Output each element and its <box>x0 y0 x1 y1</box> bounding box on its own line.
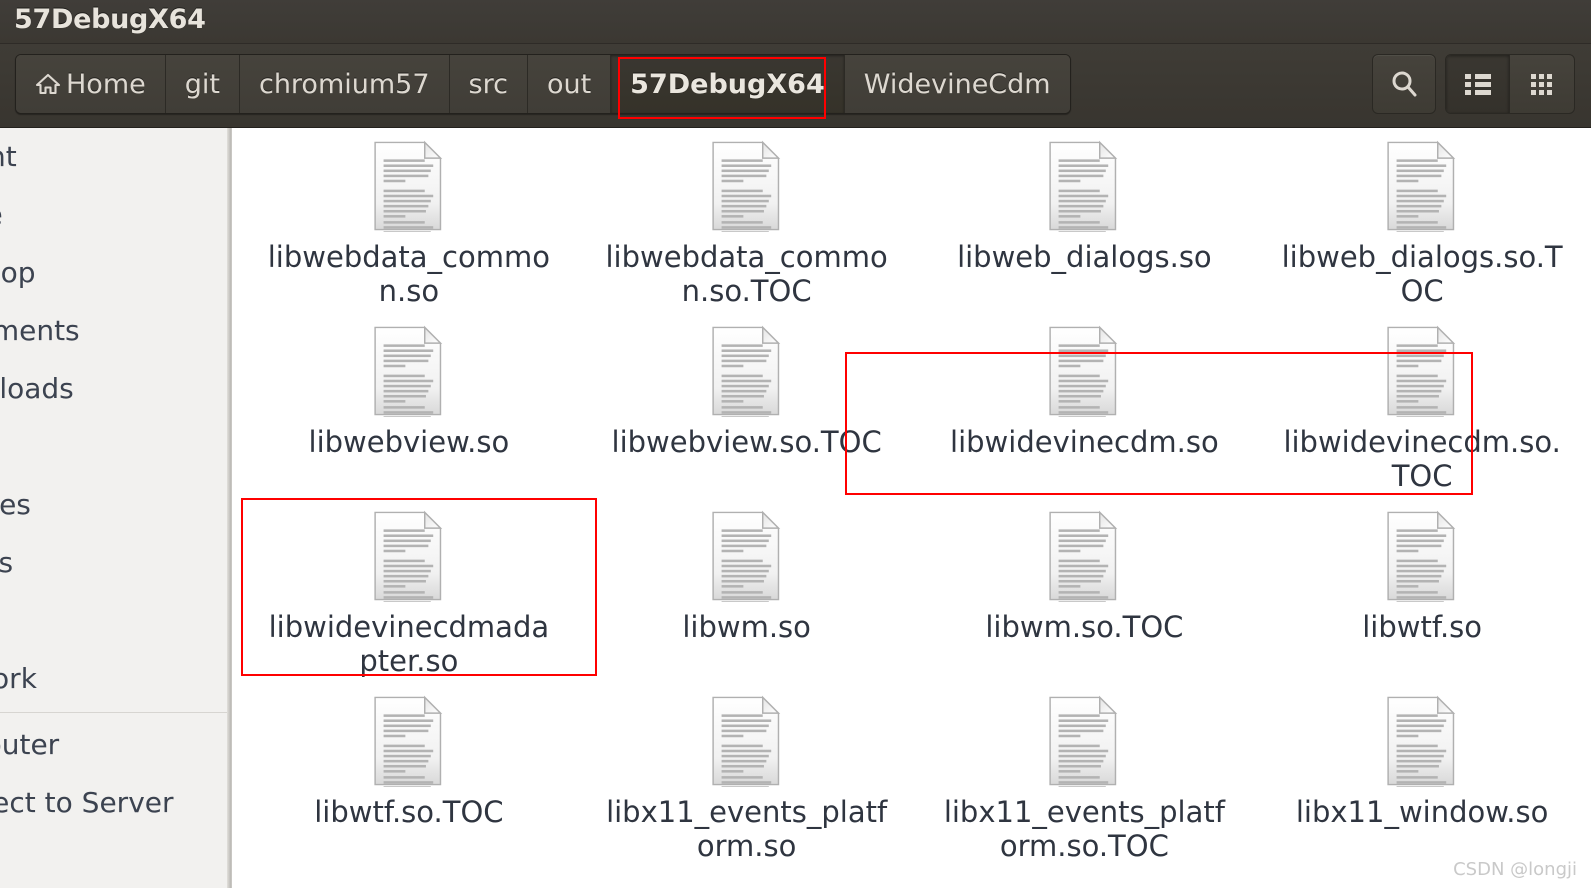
file-name-label: libwebdata_common.so <box>267 240 550 308</box>
file-item[interactable]: libwtf.so.TOC <box>240 683 578 868</box>
title-bar: 57DebugX64 <box>0 0 1591 44</box>
file-item[interactable]: libwebdata_common.so.TOC <box>578 128 916 313</box>
file-manager-window: 57DebugX64 Home git chromium57 src out 57Debu… <box>0 0 1591 888</box>
document-file-icon <box>709 695 785 787</box>
toolbar-right-controls <box>1372 54 1575 114</box>
document-file-icon <box>371 325 447 417</box>
document-file-icon <box>1046 325 1122 417</box>
sidebar-item-network[interactable]: Network <box>0 650 231 708</box>
file-item[interactable]: libwidevinecdm.so.TOC <box>1253 313 1591 498</box>
home-icon <box>35 72 61 96</box>
document-file-icon <box>1384 140 1460 232</box>
document-file-icon <box>709 140 785 232</box>
sidebar-item-music[interactable]: Music <box>0 418 231 476</box>
file-item[interactable]: libwebdata_common.so <box>240 128 578 313</box>
window-title: 57DebugX64 <box>14 4 206 35</box>
breadcrumb-item-label: 57DebugX64 <box>630 68 825 100</box>
file-name-label: libwm.so.TOC <box>985 610 1184 644</box>
file-name-label: libwebdata_common.so.TOC <box>605 240 888 308</box>
file-name-label: libwidevinecdm.so <box>950 425 1219 459</box>
breadcrumb-item-57debugx64[interactable]: 57DebugX64 <box>611 55 845 113</box>
breadcrumb-item-label: out <box>546 68 592 100</box>
sidebar-resize-handle[interactable] <box>227 128 231 888</box>
sidebar: RecentHomeDesktopDocumentsDownloadsMusic… <box>0 128 232 888</box>
document-file-icon <box>1384 695 1460 787</box>
breadcrumb-item-label: git <box>184 68 220 100</box>
file-grid: libwebdata_common.so libwebdata_common.so… <box>240 128 1591 868</box>
file-item[interactable]: libweb_dialogs.so.TOC <box>1253 128 1591 313</box>
sidebar-divider <box>0 712 231 713</box>
file-item[interactable]: libwidevinecdm.so <box>916 313 1254 498</box>
document-file-icon <box>1384 510 1460 602</box>
file-name-label: libwebview.so <box>308 425 510 459</box>
file-item[interactable]: libwebview.so.TOC <box>578 313 916 498</box>
grid-view-button[interactable] <box>1510 55 1574 113</box>
file-name-label: libweb_dialogs.so <box>957 240 1212 274</box>
breadcrumb-item-label: Home <box>66 68 146 100</box>
file-name-label: libwm.so <box>682 610 811 644</box>
list-view-icon <box>1464 72 1492 96</box>
file-item[interactable]: libwm.so <box>578 498 916 683</box>
file-name-label: libweb_dialogs.so.TOC <box>1281 240 1563 308</box>
sidebar-item-trash[interactable]: Trash <box>0 592 231 650</box>
breadcrumb-item-label: WidevineCdm <box>863 68 1051 100</box>
document-file-icon <box>1046 510 1122 602</box>
file-item[interactable]: libx11_events_platform.so <box>578 683 916 868</box>
file-name-label: libwidevinecdm.so.TOC <box>1283 425 1561 493</box>
file-item[interactable]: libx11_events_platform.so.TOC <box>916 683 1254 868</box>
document-file-icon <box>709 325 785 417</box>
file-item[interactable]: libwtf.so <box>1253 498 1591 683</box>
breadcrumb-item-git[interactable]: git <box>165 55 240 113</box>
breadcrumb-item-label: src <box>468 68 508 100</box>
document-file-icon <box>371 140 447 232</box>
list-view-button[interactable] <box>1446 55 1510 113</box>
document-file-icon <box>371 510 447 602</box>
breadcrumb-item-src[interactable]: src <box>449 55 528 113</box>
document-file-icon <box>1046 695 1122 787</box>
breadcrumb-item-chromium57[interactable]: chromium57 <box>239 55 450 113</box>
sidebar-item-connect-to-server[interactable]: Connect to Server <box>0 774 231 832</box>
sidebar-item-videos[interactable]: Videos <box>0 534 231 592</box>
file-item[interactable]: libx11_window.so <box>1253 683 1591 868</box>
document-file-icon <box>371 695 447 787</box>
sidebar-item-documents[interactable]: Documents <box>0 302 231 360</box>
file-item[interactable]: libwidevinecdmadapter.so <box>240 498 578 683</box>
sidebar-item-recent[interactable]: Recent <box>0 128 231 186</box>
sidebar-item-desktop[interactable]: Desktop <box>0 244 231 302</box>
file-name-label: libx11_window.so <box>1295 795 1549 829</box>
file-item[interactable]: libweb_dialogs.so <box>916 128 1254 313</box>
document-file-icon <box>1046 140 1122 232</box>
file-name-label: libwtf.so.TOC <box>314 795 504 829</box>
file-view: libwebdata_common.so libwebdata_common.so… <box>240 128 1591 888</box>
document-file-icon <box>709 510 785 602</box>
file-name-label: libx11_events_platform.so.TOC <box>943 795 1225 863</box>
breadcrumb-item-widevinecdm[interactable]: WidevineCdm <box>844 55 1070 113</box>
file-name-label: libwebview.so.TOC <box>611 425 882 459</box>
document-file-icon <box>1384 325 1460 417</box>
search-button[interactable] <box>1372 54 1436 114</box>
toolbar: Home git chromium57 src out 57DebugX64 Widevin… <box>0 44 1591 128</box>
file-name-label: libx11_events_platform.so <box>606 795 888 863</box>
sidebar-item-pictures[interactable]: Pictures <box>0 476 231 534</box>
file-item[interactable]: libwm.so.TOC <box>916 498 1254 683</box>
breadcrumb-item-home[interactable]: Home <box>16 55 166 113</box>
file-name-label: libwidevinecdmadapter.so <box>268 610 550 678</box>
breadcrumb-item-out[interactable]: out <box>527 55 612 113</box>
sidebar-devices-list: ComputerConnect to Server <box>0 716 231 832</box>
file-name-label: libwtf.so <box>1362 610 1483 644</box>
breadcrumb-item-label: chromium57 <box>258 68 430 100</box>
view-mode-switcher <box>1445 54 1575 114</box>
sidebar-places-list: RecentHomeDesktopDocumentsDownloadsMusic… <box>0 128 231 708</box>
file-item[interactable]: libwebview.so <box>240 313 578 498</box>
sidebar-item-computer[interactable]: Computer <box>0 716 231 774</box>
breadcrumb: Home git chromium57 src out 57DebugX64 Widevin… <box>15 54 1071 114</box>
sidebar-item-home[interactable]: Home <box>0 186 231 244</box>
search-icon <box>1388 68 1420 100</box>
window-body: RecentHomeDesktopDocumentsDownloadsMusic… <box>0 128 1591 888</box>
sidebar-item-downloads[interactable]: Downloads <box>0 360 231 418</box>
grid-view-icon <box>1529 72 1555 96</box>
watermark: CSDN @longji <box>1453 859 1577 880</box>
